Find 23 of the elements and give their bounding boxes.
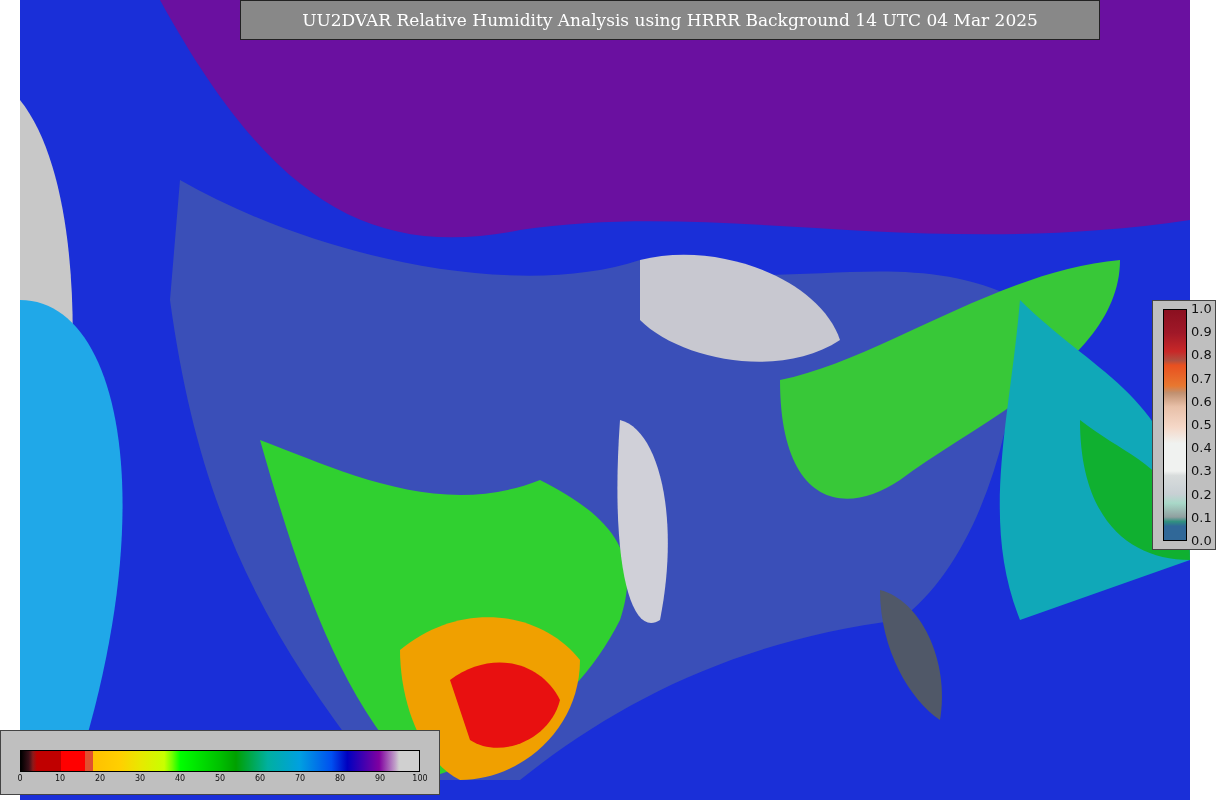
tick-label: 0.2 [1191, 487, 1212, 502]
tick-label: 90 [374, 774, 386, 783]
tick-label: 0.3 [1191, 464, 1212, 479]
tick-label: 0.7 [1191, 371, 1212, 386]
tick-label: 100 [412, 774, 428, 783]
tick-label: 40 [174, 774, 186, 783]
tick-label: 0.9 [1191, 325, 1212, 340]
tick-label: 60 [254, 774, 266, 783]
tick-label: 0.6 [1191, 394, 1212, 409]
tick-label: 50 [214, 774, 226, 783]
map-title: UU2DVAR Relative Humidity Analysis using HRRR Background 14 UTC 04 Mar 2025 [240, 0, 1100, 40]
tick-label: 20 [94, 774, 106, 783]
tick-label: 10 [54, 774, 66, 783]
tick-label: 70 [294, 774, 306, 783]
tick-label: 0.5 [1191, 417, 1212, 432]
tick-label: 1.0 [1191, 302, 1212, 316]
tick-label: 0.8 [1191, 348, 1212, 363]
tick-label: 0.0 [1191, 533, 1212, 548]
tick-label: 0.4 [1191, 441, 1212, 456]
tick-label: 0 [17, 774, 23, 783]
tick-label: 30 [134, 774, 146, 783]
tick-label: 80 [334, 774, 346, 783]
tick-label: 0.1 [1191, 510, 1212, 525]
